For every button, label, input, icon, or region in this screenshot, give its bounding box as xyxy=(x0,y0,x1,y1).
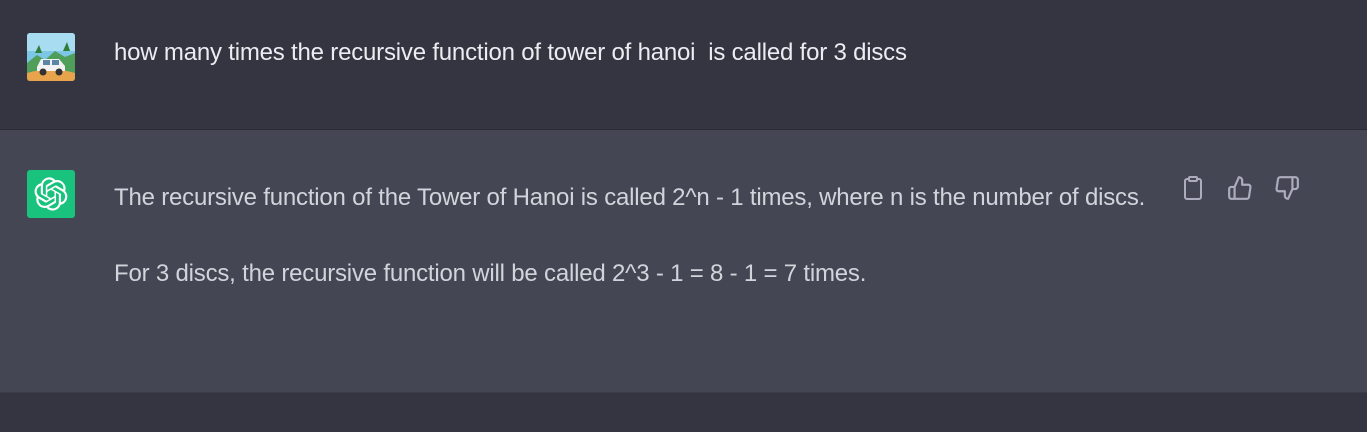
assistant-paragraph: The recursive function of the Tower of H… xyxy=(114,184,1146,211)
thumbs-up-button[interactable] xyxy=(1227,174,1253,202)
user-message-text: how many times the recursive function of… xyxy=(114,39,907,66)
assistant-paragraph: For 3 discs, the recursive function will… xyxy=(114,260,867,287)
chat-footer-area xyxy=(0,393,1367,432)
thumbs-down-icon xyxy=(1275,176,1299,200)
message-actions xyxy=(1180,174,1300,202)
copy-button[interactable] xyxy=(1180,174,1206,202)
chat-thread: how many times the recursive function of… xyxy=(0,0,1367,432)
user-avatar xyxy=(27,33,75,81)
assistant-message-body: The recursive function of the Tower of H… xyxy=(114,175,1159,327)
assistant-message-row: The recursive function of the Tower of H… xyxy=(0,130,1367,393)
clipboard-icon xyxy=(1184,176,1202,200)
user-avatar-image xyxy=(27,33,75,81)
thumbs-up-icon xyxy=(1228,176,1252,200)
user-message-row: how many times the recursive function of… xyxy=(0,0,1367,130)
thumbs-down-button[interactable] xyxy=(1274,174,1300,202)
assistant-avatar xyxy=(27,170,75,218)
openai-logo-icon xyxy=(34,177,68,211)
